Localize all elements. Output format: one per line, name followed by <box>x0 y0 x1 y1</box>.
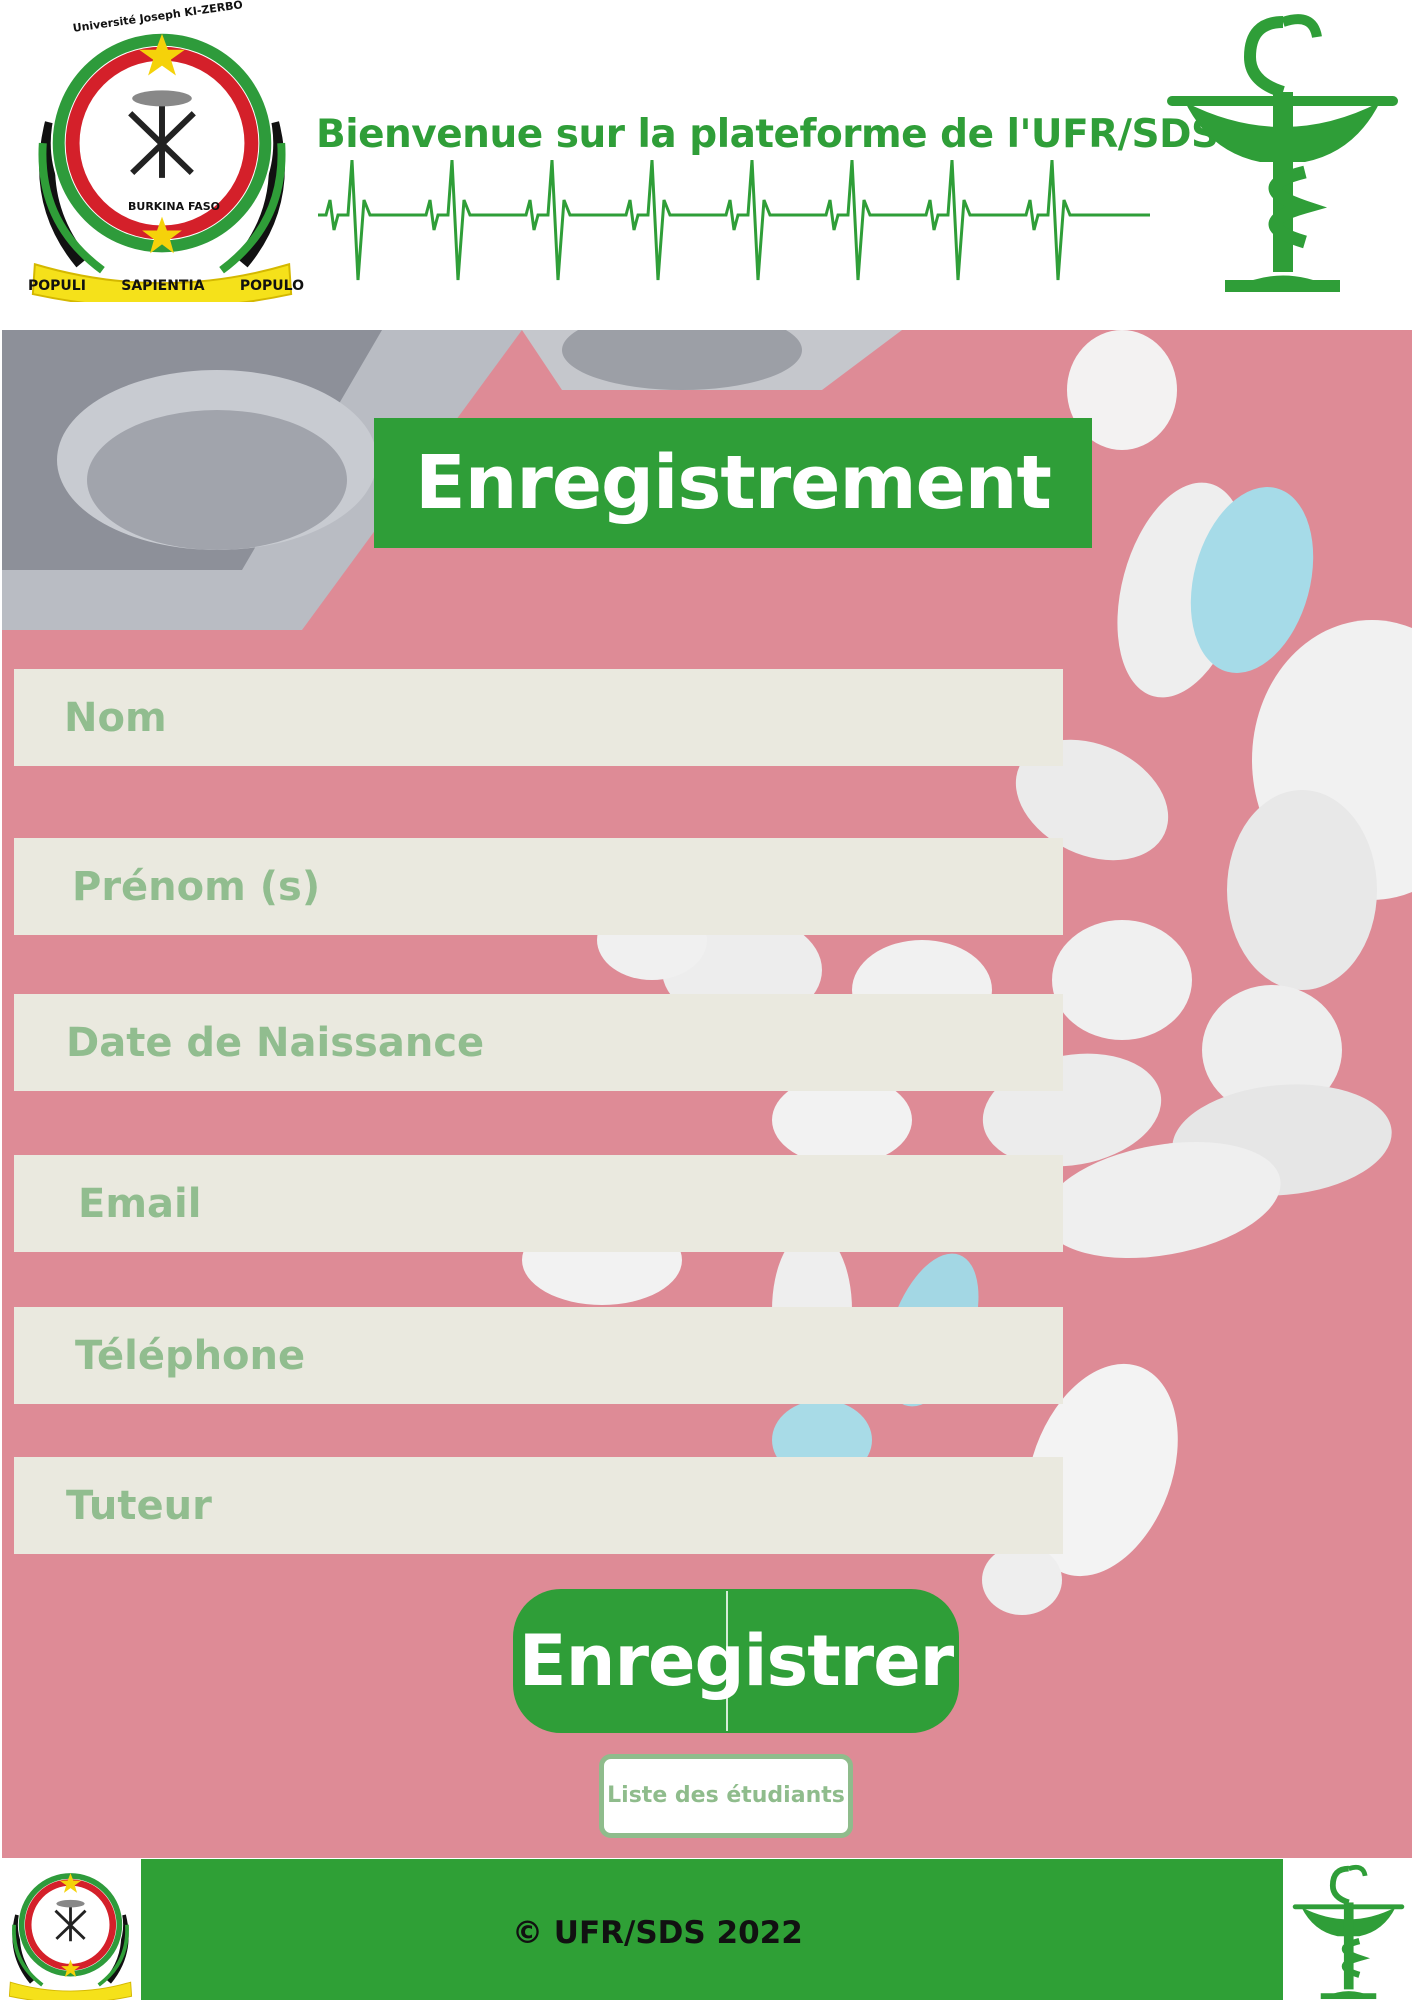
university-emblem-icon <box>0 1859 141 2000</box>
nom-field[interactable] <box>14 669 1063 766</box>
pharmacy-snake-bowl-icon <box>1155 2 1410 294</box>
motto-word-3: POPULO <box>239 278 304 294</box>
footer-university-logo <box>0 1859 141 2000</box>
liste-etudiants-button[interactable]: Liste des étudiants <box>599 1754 853 1838</box>
welcome-title: Bienvenue sur la plateforme de l'UFR/SDS <box>316 112 1219 157</box>
pharmacy-snake-bowl-icon <box>1283 1859 1414 2000</box>
copyright-text: © UFR/SDS 2022 <box>512 1915 803 1951</box>
heartbeat-line-icon <box>318 160 1150 281</box>
motto-word-2: SAPIENTIA <box>121 278 205 294</box>
footer-pharmacy-logo <box>1283 1859 1414 2000</box>
telephone-field[interactable] <box>14 1307 1063 1404</box>
site-footer: © UFR/SDS 2022 <box>0 1859 1414 2000</box>
form-title: Enregistrement <box>374 418 1092 548</box>
university-emblem-icon <box>10 4 314 302</box>
motto: POPULI SAPIENTIA POPULO <box>28 278 304 294</box>
text-cursor <box>726 1591 728 1731</box>
enregistrer-button-label: Enregistrer <box>518 1620 954 1702</box>
tuteur-field[interactable] <box>14 1457 1063 1554</box>
email-field[interactable] <box>14 1155 1063 1252</box>
university-logo: Université Joseph KI-ZERBO BURKINA FASO … <box>10 0 314 302</box>
registration-section: Enregistrement Enregistrer Liste des étu… <box>2 330 1412 1858</box>
liste-etudiants-label: Liste des étudiants <box>607 1783 845 1808</box>
enregistrer-button[interactable]: Enregistrer <box>513 1589 959 1733</box>
country-label: BURKINA FASO <box>128 200 220 213</box>
pharmacy-logo <box>1155 2 1410 294</box>
motto-word-1: POPULI <box>28 278 86 294</box>
prenom-field[interactable] <box>14 838 1063 935</box>
date-de-naissance-field[interactable] <box>14 994 1063 1091</box>
site-header: Université Joseph KI-ZERBO BURKINA FASO … <box>0 0 1414 328</box>
